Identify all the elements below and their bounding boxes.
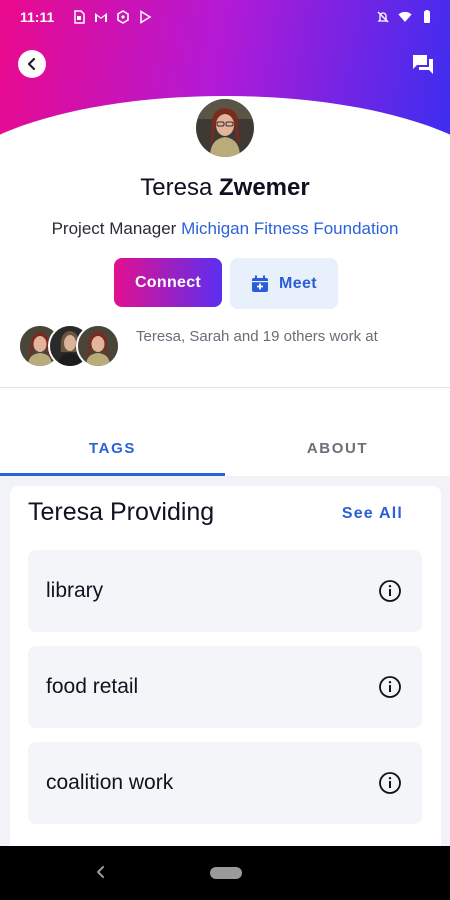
- connect-button[interactable]: Connect: [114, 258, 222, 307]
- profile-tabs: TAGS ABOUT: [0, 430, 450, 476]
- gmail-icon: [94, 10, 108, 24]
- system-navigation-bar: [0, 846, 450, 900]
- system-back-icon[interactable]: [92, 863, 110, 881]
- app-hex-icon: [116, 10, 130, 24]
- job-title: Project Manager: [51, 219, 177, 238]
- providing-title: Teresa Providing: [28, 498, 215, 526]
- notifications-muted-icon: [376, 10, 390, 24]
- coworker-avatars: [18, 324, 120, 370]
- section-divider: [0, 387, 450, 388]
- play-store-icon: [138, 10, 152, 24]
- profile-avatar: [193, 96, 257, 160]
- info-icon[interactable]: [378, 579, 402, 603]
- first-name: Teresa: [140, 174, 213, 201]
- back-arrow-icon: [25, 57, 39, 71]
- tag-item[interactable]: food retail: [28, 646, 422, 728]
- status-time: 11:11: [20, 9, 55, 25]
- providing-card: Teresa Providing See All library food re…: [10, 486, 441, 846]
- tab-about[interactable]: ABOUT: [225, 430, 450, 476]
- info-icon[interactable]: [378, 771, 402, 795]
- tag-label: food retail: [46, 675, 139, 698]
- coworkers-text: Teresa, Sarah and 19 others work at: [136, 328, 378, 345]
- coworker-avatar: [76, 324, 120, 368]
- system-home-pill[interactable]: [210, 867, 242, 879]
- status-bar: 11:11: [0, 0, 450, 34]
- tag-label: coalition work: [46, 771, 174, 794]
- tag-label: library: [46, 579, 104, 602]
- organization-link[interactable]: Michigan Fitness Foundation: [181, 219, 398, 238]
- messages-button[interactable]: [410, 52, 436, 78]
- info-icon[interactable]: [378, 675, 402, 699]
- tag-item[interactable]: library: [28, 550, 422, 632]
- battery-icon: [420, 10, 434, 24]
- chat-icon: [410, 52, 436, 78]
- calendar-add-icon: [251, 275, 269, 293]
- see-all-link[interactable]: See All: [342, 505, 403, 523]
- meet-label: Meet: [278, 274, 318, 292]
- profile-role-line: Project Manager Michigan Fitness Foundat…: [0, 219, 450, 239]
- last-name: Zwemer: [219, 174, 310, 201]
- wifi-icon: [398, 10, 412, 24]
- sim-icon: [72, 10, 86, 24]
- tab-tags[interactable]: TAGS: [0, 430, 225, 476]
- meet-button[interactable]: Meet: [230, 258, 338, 309]
- back-button[interactable]: [18, 50, 46, 78]
- profile-actions: Connect Meet: [114, 258, 338, 309]
- tag-item[interactable]: coalition work: [28, 742, 422, 824]
- coworkers-row[interactable]: Teresa, Sarah and 19 others work at: [18, 324, 432, 370]
- profile-name: Teresa Zwemer: [0, 174, 450, 202]
